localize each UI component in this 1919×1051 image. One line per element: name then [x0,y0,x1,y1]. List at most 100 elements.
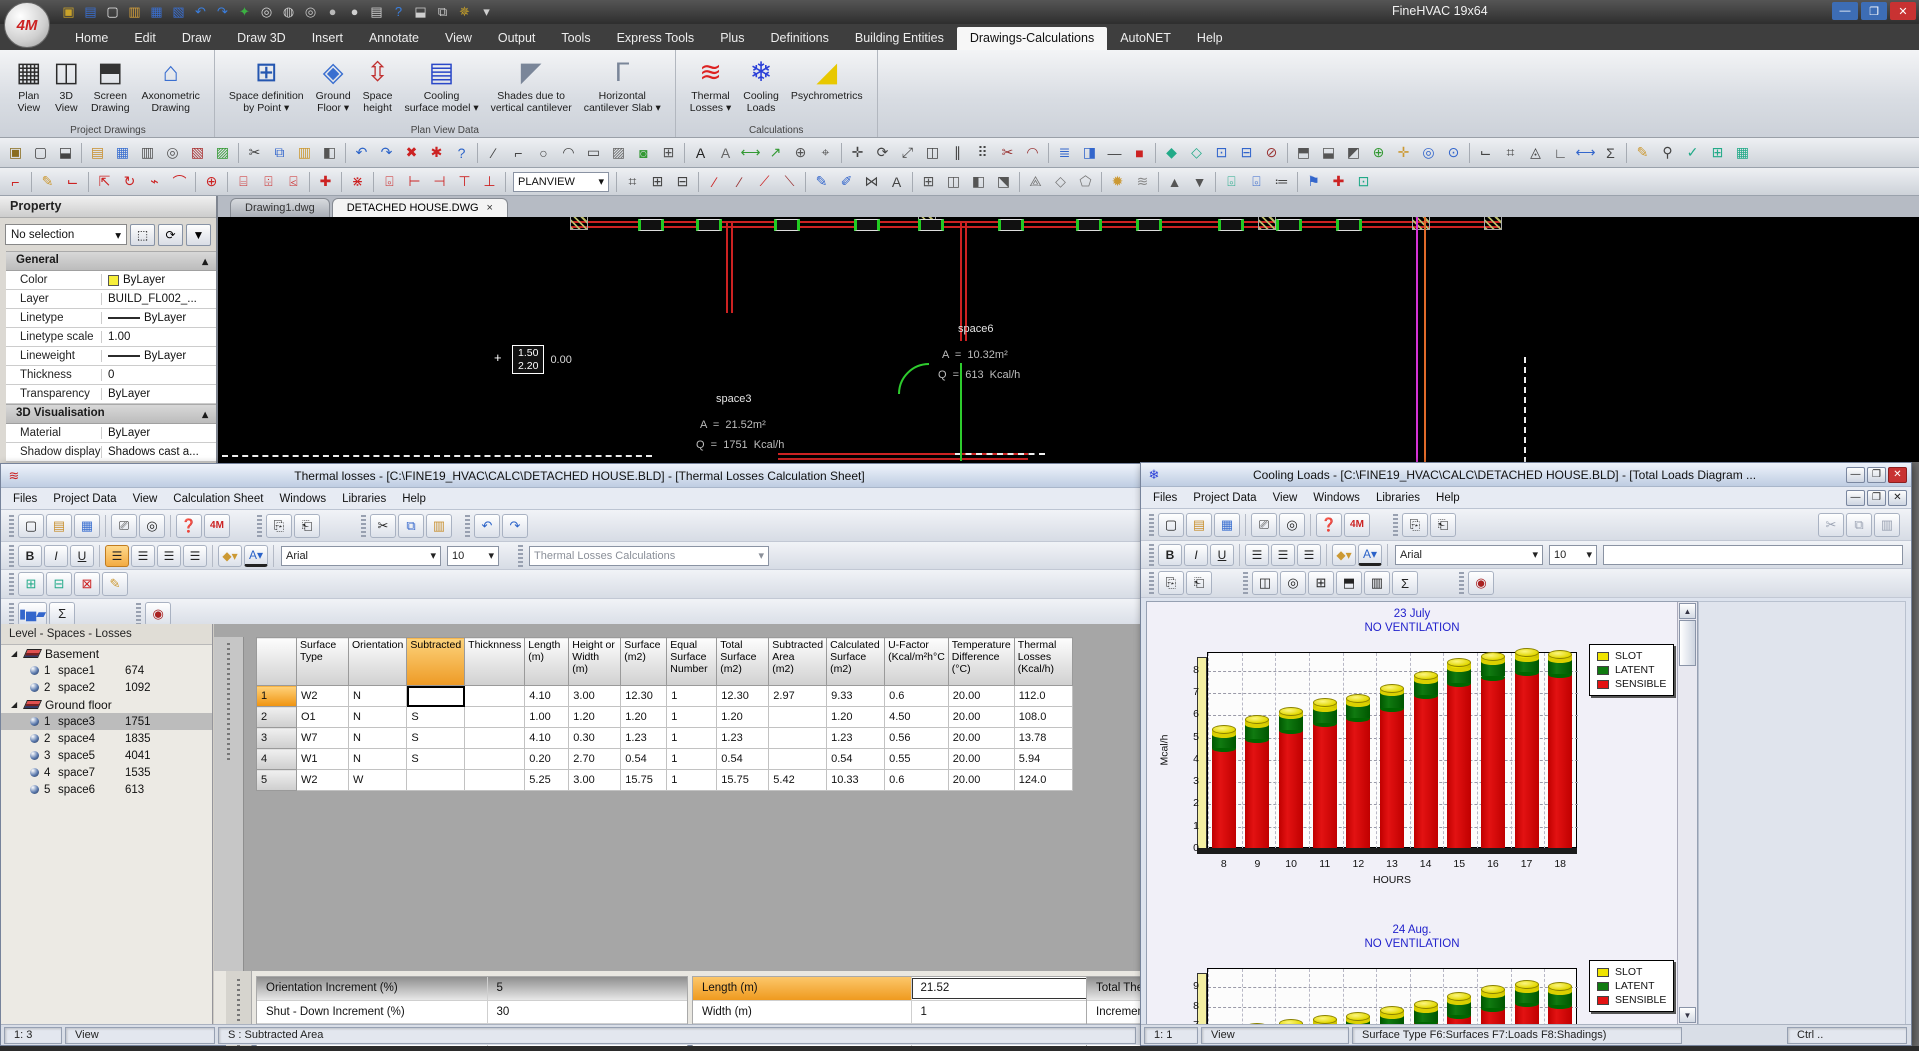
array-icon[interactable]: ⠿ [970,141,995,165]
grid-header[interactable]: Calculated Surface (m2) [827,638,885,686]
tool1-icon[interactable]: ✎ [1630,141,1655,165]
flag2-icon[interactable]: ✚ [1326,170,1351,194]
grid2-icon[interactable]: ⌗ [620,170,645,194]
print-preview-icon[interactable]: ◎ [1279,513,1305,537]
grid-cell[interactable] [769,728,827,749]
empty-combo[interactable] [1603,545,1903,565]
grid-header[interactable]: Length (m) [525,638,569,686]
grid-cell[interactable] [465,749,525,770]
grid-cell[interactable]: W2 [297,686,349,707]
dim6-icon[interactable]: ⌁ [142,170,167,194]
font-color-icon[interactable]: A▾ [244,545,268,567]
grid-cell[interactable]: 124.0 [1014,770,1072,791]
grid-cell[interactable]: 0.54 [717,749,769,770]
grid-cell[interactable]: 1.23 [827,728,885,749]
pen2-icon[interactable]: ∕ [727,170,752,194]
grid-cell[interactable] [465,707,525,728]
tab-draw-3d[interactable]: Draw 3D [224,27,299,50]
tree-node-level[interactable]: ◢Basement [1,645,212,662]
diagram1-icon[interactable]: ◫ [1252,571,1278,595]
grid-cell[interactable]: 1.20 [827,707,885,728]
cooling-close-button[interactable]: ✕ [1888,467,1907,483]
tree-node-space[interactable]: 1space1674 [1,662,212,679]
diagram3-icon[interactable]: ⊞ [1308,571,1334,595]
property-value[interactable]: 1.00 [102,331,216,343]
quick-select-icon[interactable]: ⟳ [158,224,183,246]
grid-cell[interactable]: S [407,749,465,770]
grid-cell[interactable]: 1.20 [621,707,667,728]
grid-cell[interactable]: 3.00 [569,770,621,791]
mirror-icon[interactable]: ◫ [920,141,945,165]
tab-output[interactable]: Output [485,27,549,50]
section-header[interactable]: General▴ [6,251,216,271]
ab-icon[interactable]: A [884,170,909,194]
menu-calculation-sheet[interactable]: Calculation Sheet [165,490,271,508]
ribbon-item[interactable]: ◫3D View [48,53,86,115]
view2-icon[interactable]: ⬓ [1316,141,1341,165]
dim-icon[interactable]: ⟷ [738,141,763,165]
copy-icon[interactable]: ⧉ [432,2,453,21]
redo-icon[interactable]: ↷ [212,2,233,21]
redo-icon[interactable]: ↷ [374,141,399,165]
grid-cell[interactable]: W1 [297,749,349,770]
match-icon[interactable]: ◧ [317,141,342,165]
bld-icon[interactable]: ▣ [3,141,28,165]
help-book-icon[interactable]: ❓ [1316,513,1342,537]
ball1-icon[interactable]: ● [322,2,343,21]
property-row[interactable]: LayerBUILD_FL002_... [6,290,216,309]
align-left-button[interactable]: ☰ [1245,544,1269,566]
tab-definitions[interactable]: Definitions [758,27,842,50]
font-size-combo[interactable]: 10▾ [447,546,499,566]
help-icon[interactable]: ? [388,2,409,21]
grid-cell[interactable]: 20.00 [948,686,1014,707]
print-icon[interactable]: ⎚ [111,514,137,538]
grid-cell[interactable]: 0.56 [885,728,949,749]
grid-cell[interactable]: 5.94 [1014,749,1072,770]
scroll-down-icon[interactable]: ▼ [1679,1007,1696,1023]
tool3-icon[interactable]: ✓ [1680,141,1705,165]
tree-node-space[interactable]: 1space31751 [1,713,212,730]
property-value[interactable]: 0 [102,369,216,381]
underline-button[interactable]: U [70,545,94,567]
fill-color-icon[interactable]: ◆▾ [1332,544,1356,566]
fillet-icon[interactable]: ◠ [1020,141,1045,165]
line-icon[interactable]: ∕ [481,141,506,165]
opening5-icon[interactable]: ⊥ [477,170,502,194]
fill-color-icon[interactable]: ◆▾ [218,545,242,567]
tree-node-space[interactable]: 4space71535 [1,764,212,781]
paste-sheet-icon[interactable]: ⎗ [1186,571,1212,595]
cube1-icon[interactable]: ⟁ [1023,170,1048,194]
save-as-icon[interactable]: ▧ [168,2,189,21]
delete-row-icon[interactable]: ⊠ [74,572,100,596]
ribbon-item[interactable]: ΓHorizontal cantilever Slab ▾ [578,53,667,115]
snap-icon[interactable]: ◬ [1523,141,1548,165]
tab-express-tools[interactable]: Express Tools [604,27,708,50]
grid-cell[interactable]: 1 [667,686,717,707]
plot-icon[interactable]: ▥ [135,141,160,165]
open-icon[interactable]: ▤ [85,141,110,165]
pen5-icon[interactable]: ✎ [809,170,834,194]
property-value[interactable]: ByLayer [102,274,216,286]
layers-icon[interactable]: ≣ [1052,141,1077,165]
grid-cell[interactable]: 4.10 [525,728,569,749]
sheet-combo[interactable]: Thermal Losses Calculations▾ [529,546,769,566]
tab-plus[interactable]: Plus [707,27,757,50]
paste-sheet-icon[interactable]: ⎗ [1430,513,1456,537]
drawing-tab[interactable]: DETACHED HOUSE.DWG× [332,198,508,217]
color-icon[interactable]: ■ [1127,141,1152,165]
grid-cell[interactable]: N [349,749,407,770]
tab-insert[interactable]: Insert [299,27,356,50]
table-row[interactable]: 3W7NS4.100.301.2311.231.230.5620.0013.78 [257,728,1073,749]
menu-project-data[interactable]: Project Data [45,490,124,508]
grid-cell[interactable]: 4.10 [525,686,569,707]
underline-button[interactable]: U [1210,544,1234,566]
pane3-icon[interactable]: ◧ [966,170,991,194]
edit-row-icon[interactable]: ✎ [102,572,128,596]
copy-icon[interactable]: ⧉ [267,141,292,165]
paste-icon[interactable]: ▥ [292,141,317,165]
dim5-icon[interactable]: ↻ [117,170,142,194]
grid-cell[interactable] [465,728,525,749]
align-right-button[interactable]: ☰ [1297,544,1321,566]
erase-icon[interactable]: ✖ [399,141,424,165]
font-name-combo[interactable]: Arial▾ [281,546,441,566]
